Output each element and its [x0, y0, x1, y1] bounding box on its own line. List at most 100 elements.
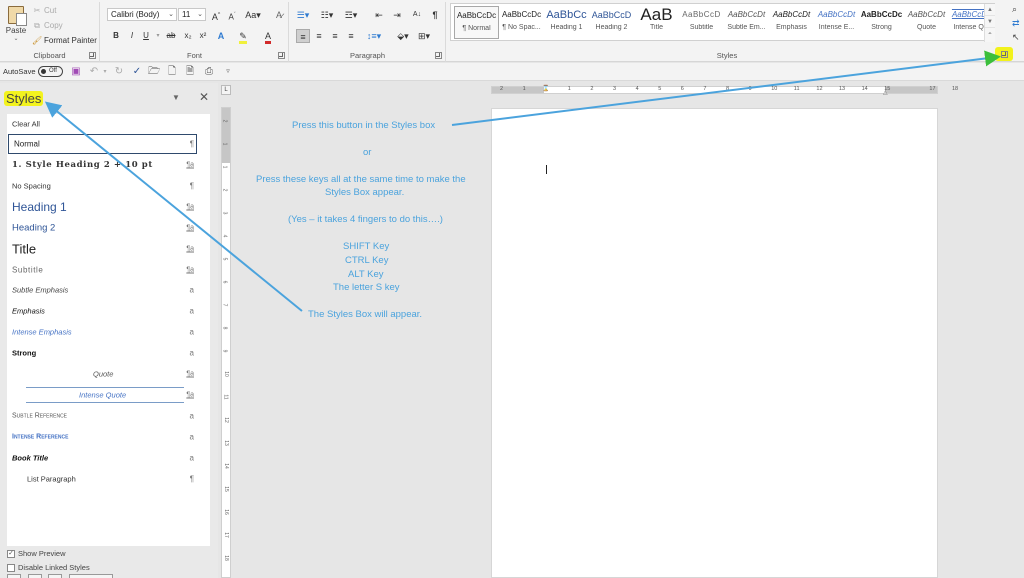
- bullets-button[interactable]: ☰▾: [294, 8, 312, 22]
- gallery-style-title[interactable]: AaB Title: [634, 6, 679, 39]
- font-launcher-button[interactable]: [278, 52, 285, 59]
- style-preview: AaBbCcD: [591, 10, 632, 20]
- style-item-label: Subtle Emphasis: [12, 285, 69, 295]
- gallery-style-intense-emphasis[interactable]: AaBbCcDt Intense E...: [814, 6, 859, 39]
- style-item-strong[interactable]: Strong a: [7, 343, 210, 363]
- gallery-style-normal[interactable]: AaBbCcDc ¶ Normal: [454, 6, 499, 39]
- style-item-subtle-emphasis[interactable]: Subtle Emphasis a: [7, 280, 210, 300]
- gallery-style-emphasis[interactable]: AaBbCcDt Emphasis: [769, 6, 814, 39]
- font-size-select[interactable]: 11 ⌄: [178, 8, 206, 21]
- borders-button[interactable]: ⊞▾: [415, 29, 433, 43]
- paragraph-launcher-button[interactable]: [435, 52, 442, 59]
- autosave-toggle[interactable]: Off: [38, 66, 63, 77]
- cut-button[interactable]: ✂ Cut: [32, 6, 57, 15]
- gallery-scroll-down-button[interactable]: ▼: [985, 16, 995, 28]
- customize-qat-icon[interactable]: ▿: [222, 66, 234, 78]
- underline-dropdown[interactable]: ▾: [151, 29, 165, 43]
- style-item-title[interactable]: Title ¶a: [7, 238, 210, 260]
- style-item-book-title[interactable]: Book Title a: [7, 448, 210, 468]
- style-inspector-button[interactable]: [28, 574, 42, 578]
- scissors-icon: ✂: [33, 6, 41, 15]
- new-document-icon[interactable]: 🗋: [166, 66, 178, 78]
- style-item-intense-emphasis[interactable]: Intense Emphasis a: [7, 322, 210, 342]
- font-name-select[interactable]: Calibri (Body) ⌄: [107, 8, 177, 21]
- clear-formatting-button[interactable]: A̷: [272, 8, 286, 22]
- style-item-quote[interactable]: Quote ¶a: [7, 364, 210, 384]
- undo-dropdown-icon[interactable]: ▾: [99, 66, 111, 78]
- italic-button[interactable]: I: [125, 29, 139, 43]
- sort-button[interactable]: A↓: [410, 8, 424, 22]
- ruler-tick-label: 1: [567, 86, 571, 92]
- style-item-clear-all[interactable]: Clear All: [7, 114, 210, 134]
- close-icon[interactable]: ✕: [199, 90, 209, 104]
- redo-icon[interactable]: ↻: [113, 66, 125, 78]
- line-spacing-button[interactable]: ↕≡▾: [364, 29, 384, 43]
- show-formatting-button[interactable]: ¶: [428, 8, 442, 22]
- align-center-button[interactable]: ≡: [312, 29, 326, 43]
- superscript-button[interactable]: x²: [196, 29, 210, 43]
- copy-button[interactable]: ⧉ Copy: [32, 21, 63, 31]
- gallery-style-subtitle[interactable]: AaBbCcD Subtitle: [679, 6, 724, 39]
- save-icon[interactable]: ▣: [70, 66, 82, 78]
- style-item-heading-2-10pt[interactable]: 1. Style Heading 2 + 10 pt ¶a: [7, 155, 210, 175]
- print-icon[interactable]: ⎙: [203, 66, 215, 78]
- gallery-scroll-up-button[interactable]: ▲: [985, 4, 995, 16]
- change-case-button[interactable]: Aa▾: [243, 8, 263, 22]
- increase-indent-button[interactable]: ⇥: [390, 8, 404, 22]
- new-style-button[interactable]: [7, 574, 21, 578]
- text-effects-button[interactable]: A: [214, 29, 228, 43]
- pane-options-icon[interactable]: ▼: [172, 93, 180, 102]
- clipboard-launcher-button[interactable]: [89, 52, 96, 59]
- gallery-style-strong[interactable]: AaBbCcDc Strong: [859, 6, 904, 39]
- style-item-subtle-reference[interactable]: Subtle Reference a: [7, 406, 210, 426]
- options-button[interactable]: [69, 574, 113, 578]
- font-color-button[interactable]: A: [261, 29, 275, 44]
- styles-launcher-button[interactable]: [1001, 51, 1008, 58]
- open-folder-icon[interactable]: 🗁: [148, 66, 160, 78]
- style-item-heading-1[interactable]: Heading 1 ¶a: [7, 196, 210, 218]
- show-preview-checkbox[interactable]: ✓ Show Preview: [7, 549, 66, 559]
- format-painter-button[interactable]: 🖌 Format Painter: [32, 36, 97, 45]
- style-item-intense-quote[interactable]: Intense Quote ¶a: [7, 385, 210, 405]
- highlight-button[interactable]: ✎: [236, 29, 250, 44]
- paste-button[interactable]: Paste ⌄: [4, 4, 28, 48]
- strikethrough-button[interactable]: ab: [164, 29, 178, 43]
- gallery-style-heading-2[interactable]: AaBbCcD Heading 2: [589, 6, 634, 39]
- ruler-tick-label: 3: [221, 211, 228, 215]
- tab-selector[interactable]: L: [221, 85, 231, 95]
- decrease-indent-button[interactable]: ⇤: [372, 8, 386, 22]
- style-item-no-spacing[interactable]: No Spacing ¶: [7, 176, 210, 196]
- shading-button[interactable]: ⬙▾: [394, 29, 412, 43]
- gallery-style-subtle-emphasis[interactable]: AaBbCcDt Subtle Em...: [724, 6, 769, 39]
- replace-icon[interactable]: ⇄: [1012, 18, 1024, 32]
- document-page[interactable]: [491, 108, 938, 578]
- subscript-button[interactable]: x₂: [181, 29, 195, 43]
- style-item-normal[interactable]: Normal ¶: [8, 134, 197, 154]
- gallery-style-quote[interactable]: AaBbCcDt Quote: [904, 6, 949, 39]
- gallery-more-button[interactable]: ⩡: [985, 28, 995, 40]
- align-left-button[interactable]: ≡: [296, 29, 310, 43]
- disable-linked-styles-checkbox[interactable]: Disable Linked Styles: [7, 563, 90, 573]
- style-item-label: Heading 1: [12, 200, 67, 214]
- style-item-heading-2[interactable]: Heading 2 ¶a: [7, 218, 210, 238]
- gallery-style-heading-1[interactable]: AaBbCc Heading 1: [544, 6, 589, 39]
- multilevel-list-button[interactable]: ☲▾: [342, 8, 360, 22]
- numbering-button[interactable]: ☷▾: [318, 8, 336, 22]
- grow-font-button[interactable]: A^: [209, 8, 223, 22]
- spelling-icon[interactable]: ✓: [131, 66, 143, 78]
- shrink-font-button[interactable]: Aˇ: [225, 8, 239, 22]
- select-icon[interactable]: ↖: [1012, 32, 1024, 46]
- style-item-intense-reference[interactable]: Intense Reference a: [7, 427, 210, 447]
- ruler-tick-label: 8: [726, 86, 730, 92]
- print-preview-icon[interactable]: 🗎: [184, 66, 196, 78]
- style-item-subtitle[interactable]: Subtitle ¶a: [7, 260, 210, 280]
- gallery-style-no-spacing[interactable]: AaBbCcDc ¶ No Spac...: [499, 6, 544, 39]
- find-icon[interactable]: ⌕: [1012, 4, 1024, 18]
- bold-button[interactable]: B: [109, 29, 123, 43]
- indent-marker[interactable]: ⌛: [542, 85, 549, 92]
- style-item-list-paragraph[interactable]: List Paragraph ¶: [7, 469, 210, 489]
- style-item-emphasis[interactable]: Emphasis a: [7, 301, 210, 321]
- manage-styles-button[interactable]: [48, 574, 62, 578]
- justify-button[interactable]: ≡: [344, 29, 358, 43]
- align-right-button[interactable]: ≡: [328, 29, 342, 43]
